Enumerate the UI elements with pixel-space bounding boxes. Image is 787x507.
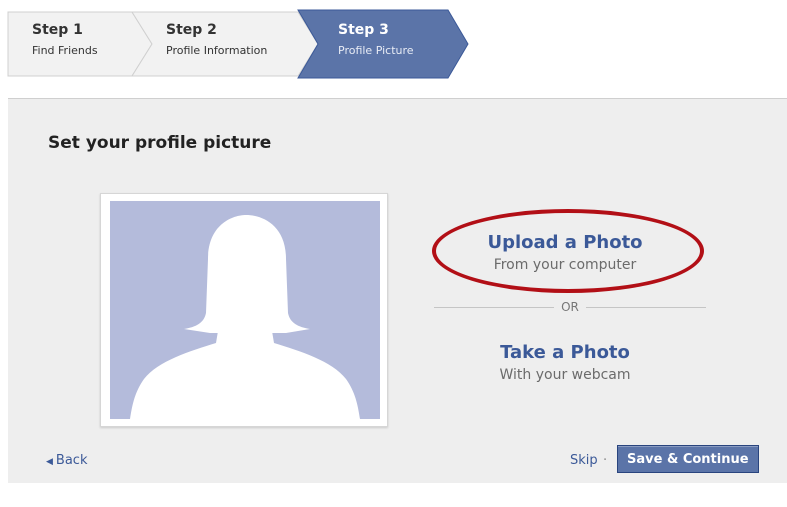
skip-link[interactable]: Skip bbox=[570, 453, 598, 468]
take-photo-option[interactable]: Take a Photo With your webcam bbox=[462, 342, 668, 383]
step-1-title: Step 1 bbox=[32, 22, 83, 38]
profile-picture-frame bbox=[100, 193, 388, 427]
upload-photo-link[interactable]: Upload a Photo bbox=[462, 232, 668, 253]
save-continue-button[interactable]: Save & Continue bbox=[617, 445, 759, 473]
upload-photo-option[interactable]: Upload a Photo From your computer bbox=[462, 232, 668, 273]
take-photo-link[interactable]: Take a Photo bbox=[462, 342, 668, 363]
upload-photo-subtitle: From your computer bbox=[493, 257, 637, 273]
steps-header: Step 1 Find Friends Step 2 Profile Infor… bbox=[0, 0, 787, 80]
back-link[interactable]: ◀ Back bbox=[46, 453, 87, 468]
step-3-subtitle: Profile Picture bbox=[338, 44, 414, 57]
divider-line-right bbox=[586, 307, 706, 308]
panel-title: Set your profile picture bbox=[48, 133, 272, 153]
step-1[interactable]: Step 1 Find Friends bbox=[32, 22, 98, 59]
step-2-subtitle: Profile Information bbox=[166, 44, 268, 57]
step-3-title: Step 3 bbox=[338, 22, 389, 38]
profile-picture-placeholder bbox=[110, 201, 380, 419]
step-2[interactable]: Step 2 Profile Information bbox=[166, 22, 267, 59]
separator-dot: · bbox=[603, 453, 608, 468]
or-divider: OR bbox=[434, 300, 706, 314]
triangle-left-icon: ◀ bbox=[46, 457, 53, 467]
step-2-title: Step 2 bbox=[166, 22, 217, 38]
take-photo-subtitle: With your webcam bbox=[499, 367, 631, 383]
back-label: Back bbox=[55, 453, 88, 468]
step-3: Step 3 Profile Picture bbox=[338, 22, 414, 59]
profile-picture-panel: Set your profile picture Upload a Photo … bbox=[8, 98, 787, 483]
default-avatar-icon bbox=[130, 215, 360, 419]
step-1-subtitle: Find Friends bbox=[32, 44, 98, 57]
